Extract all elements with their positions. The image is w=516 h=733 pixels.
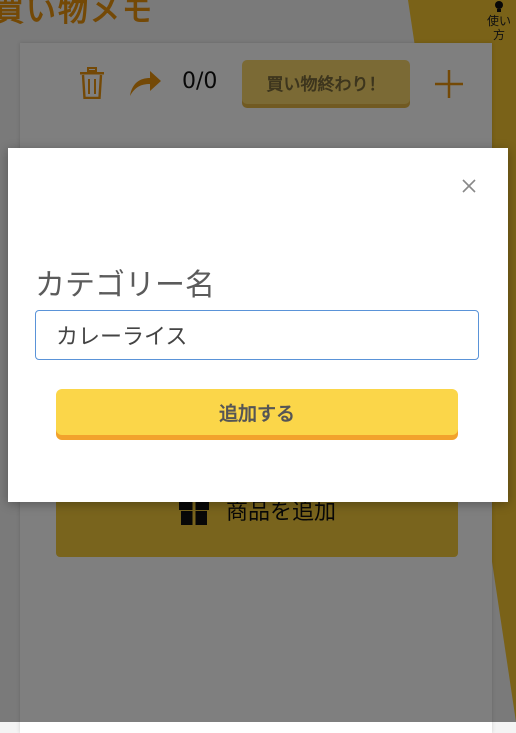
- close-icon[interactable]: [460, 177, 478, 195]
- add-category-submit-button[interactable]: 追加する: [56, 389, 458, 435]
- add-category-dialog: カテゴリー名 追加する: [8, 148, 508, 502]
- category-name-label: カテゴリー名: [35, 268, 215, 303]
- category-name-input[interactable]: [35, 310, 479, 360]
